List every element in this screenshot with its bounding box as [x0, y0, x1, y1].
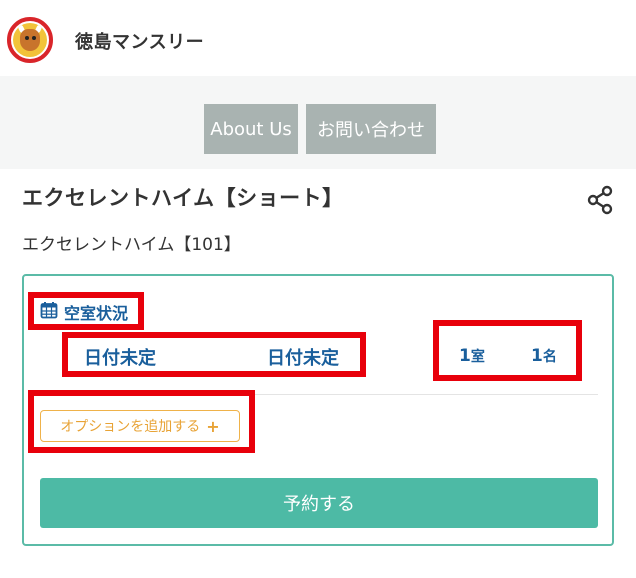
logo-mascot-face	[13, 23, 47, 57]
guests-selector[interactable]: 1名	[531, 346, 557, 366]
rooms-unit: 室	[470, 349, 485, 365]
guests-unit: 名	[542, 349, 557, 365]
rooms-selector[interactable]: 1室	[459, 346, 485, 366]
site-header: 徳島マンスリー	[0, 0, 636, 76]
guests-count: 1	[531, 346, 543, 366]
property-room-name: エクセレントハイム【101】	[22, 235, 241, 255]
nav-about-us-button[interactable]: About Us	[204, 104, 298, 154]
plus-icon: +	[206, 416, 220, 436]
add-option-label: オプションを追加する	[60, 419, 201, 435]
availability-label: 空室状況	[64, 304, 129, 323]
availability-link[interactable]: 空室状況	[40, 300, 128, 324]
bull-mascot-logo[interactable]	[7, 17, 53, 63]
card-divider	[40, 394, 598, 395]
add-option-button[interactable]: オプションを追加する +	[40, 410, 240, 442]
nav-contact-button[interactable]: お問い合わせ	[306, 104, 436, 154]
logo-eye-right	[32, 36, 36, 40]
site-name[interactable]: 徳島マンスリー	[75, 28, 204, 54]
checkout-date[interactable]: 日付未定	[267, 344, 339, 370]
share-icon[interactable]	[584, 184, 616, 216]
checkin-date[interactable]: 日付未定	[84, 344, 156, 370]
logo-face	[20, 29, 40, 51]
booking-card: 空室状況 日付未定 日付未定 1室 1名 オプションを追加する + 予約する	[22, 274, 614, 546]
property-title: エクセレントハイム【ショート】	[22, 186, 344, 210]
rooms-count: 1	[459, 346, 471, 366]
logo-eye-left	[25, 36, 29, 40]
reserve-button[interactable]: 予約する	[40, 478, 598, 528]
main-nav: About Us お問い合わせ	[0, 76, 636, 169]
calendar-icon	[40, 301, 64, 323]
